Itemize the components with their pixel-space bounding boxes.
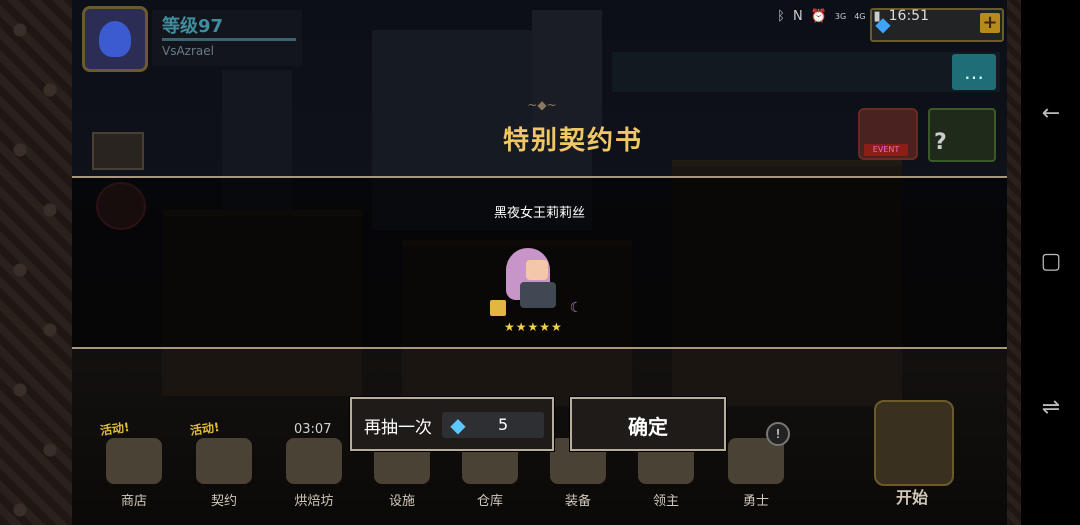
- event-label: EVENT: [864, 144, 908, 156]
- chat-bar[interactable]: …: [612, 52, 1000, 92]
- nav-item-bakery[interactable]: 03:07 烘焙坊: [274, 418, 354, 518]
- alert-icon: !: [766, 422, 790, 446]
- dialog-title: 特别契约书: [502, 126, 643, 156]
- chat-icon[interactable]: …: [952, 54, 996, 90]
- help-icon[interactable]: ?: [928, 108, 996, 162]
- recent-apps-icon[interactable]: ⇌: [1037, 394, 1065, 422]
- player-avatar[interactable]: [82, 6, 148, 72]
- draw-cost: ◆ 5: [442, 412, 544, 438]
- 4g-signal-icon: 4G: [854, 11, 866, 21]
- start-emblem-icon: [874, 400, 954, 486]
- decorative-frame-left: [0, 0, 72, 525]
- nav-badge: 活动!: [99, 420, 131, 438]
- status-bar: ᛒ N ⏰ 3G 4G ▮ 16:51: [777, 6, 929, 26]
- android-nav-bar: ← ▢ ⇌: [1021, 0, 1080, 525]
- title-ornament: ~◆~: [527, 98, 557, 112]
- start-button[interactable]: 开始: [862, 392, 962, 512]
- nav-label: 契约: [210, 494, 237, 509]
- nav-label: 设施: [388, 494, 415, 509]
- nav-item-contract[interactable]: 活动! 契约: [184, 418, 264, 518]
- star-rating: ★★★★★: [504, 320, 563, 334]
- game-screen: 等级97 VsAzrael ◆ + … EVENT ? ~◆~ 特别契约书 黑夜…: [72, 0, 1007, 525]
- decorative-frame-right: [1007, 0, 1021, 525]
- nav-badge: 活动!: [189, 420, 221, 438]
- nav-label: 烘焙坊: [294, 494, 334, 509]
- question-mark-icon: ?: [934, 130, 947, 155]
- battery-icon: ▮: [873, 8, 881, 24]
- player-level: 等级97: [162, 16, 224, 37]
- confirm-label: 确定: [628, 415, 668, 439]
- nav-label: 商店: [120, 494, 147, 509]
- nav-item-hero[interactable]: ! 勇士: [716, 418, 796, 518]
- 3g-signal-icon: 3G: [834, 11, 847, 21]
- bakery-timer: 03:07: [294, 422, 332, 437]
- start-label: 开始: [895, 488, 928, 507]
- nav-label: 领主: [652, 494, 679, 509]
- xp-bar: [162, 38, 296, 41]
- diamond-icon: ◆: [450, 413, 466, 437]
- hero-sprite[interactable]: [500, 248, 570, 310]
- shop-icon: [106, 438, 162, 484]
- event-icon[interactable]: EVENT: [858, 108, 918, 160]
- draw-result-panel: 黑夜女王莉莉丝 ☾ ★★★★★: [72, 176, 1007, 349]
- hero-class-icon: [490, 300, 506, 316]
- bakery-icon: [286, 438, 342, 484]
- hero-face: [526, 260, 548, 280]
- back-icon[interactable]: ←: [1037, 100, 1065, 128]
- bluetooth-icon: ᛒ: [777, 8, 785, 24]
- hero-body: [520, 282, 556, 308]
- nav-item-shop[interactable]: 活动! 商店: [94, 418, 174, 518]
- clock: 16:51: [888, 8, 929, 24]
- hero-element-icon: ☾: [569, 300, 583, 316]
- nav-label: 勇士: [742, 494, 769, 509]
- avatar-portrait: [99, 21, 131, 57]
- nav-label: 仓库: [476, 494, 503, 509]
- mail-icon[interactable]: [92, 132, 144, 170]
- home-icon[interactable]: ▢: [1037, 248, 1065, 276]
- alarm-icon: ⏰: [810, 8, 827, 24]
- nfc-icon: N: [792, 8, 803, 24]
- player-name: VsAzrael: [162, 44, 214, 58]
- hero-name: 黑夜女王莉莉丝: [493, 206, 585, 221]
- draw-cost-value: 5: [498, 415, 509, 434]
- nav-label: 装备: [564, 494, 591, 509]
- draw-again-button[interactable]: 再抽一次 ◆ 5: [349, 396, 555, 452]
- contract-icon: [196, 438, 252, 484]
- draw-again-label: 再抽一次: [364, 418, 432, 438]
- player-info-panel[interactable]: 等级97 VsAzrael: [152, 10, 302, 66]
- add-currency-button[interactable]: +: [980, 13, 1000, 33]
- confirm-button[interactable]: 确定: [569, 396, 727, 452]
